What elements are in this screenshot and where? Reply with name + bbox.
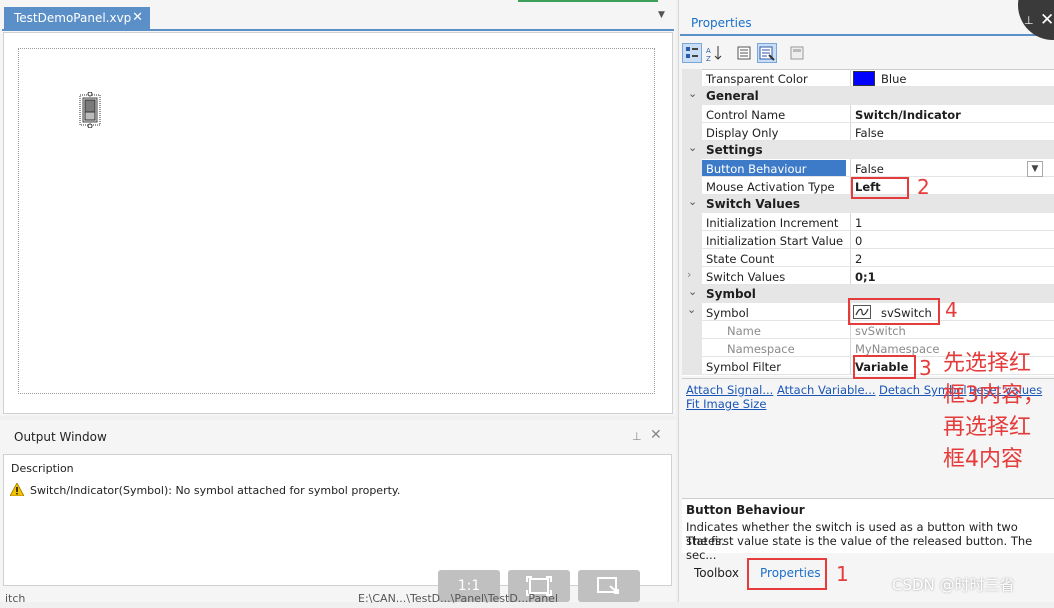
property-value: False (855, 162, 884, 176)
chevron-down-icon[interactable]: ⌄ (687, 303, 696, 316)
property-name: Initialization Start Value (706, 234, 844, 248)
annotation-box-3 (853, 355, 916, 379)
property-name: Initialization Increment (706, 216, 839, 230)
output-window-title: Output Window (14, 430, 107, 444)
description-title: Button Behaviour (686, 503, 805, 517)
close-icon[interactable]: ✕ (132, 10, 143, 25)
chevron-right-icon[interactable]: › (687, 268, 691, 281)
property-name: Mouse Activation Type (706, 180, 835, 194)
annotation-note: 先选择红框3内容，再选择红框4内容 (943, 351, 1045, 472)
property-value: MyNamespace (855, 342, 940, 356)
properties-title: Properties (691, 16, 752, 30)
property-name: Symbol Filter (706, 360, 781, 374)
status-left: itch (5, 592, 26, 605)
tab-underline (2, 29, 674, 31)
accent-bar (518, 0, 658, 2)
property-name: Switch Values (706, 270, 786, 284)
category-label: Switch Values (706, 197, 801, 211)
chevron-down-icon[interactable]: ▼ (1027, 161, 1043, 177)
property-name: Display Only (706, 126, 779, 140)
attach-variable-link[interactable]: Attach Variable... (777, 383, 876, 397)
output-message[interactable]: Switch/Indicator(Symbol): No symbol atta… (30, 484, 400, 497)
watermark: CSDN @时时三省 (892, 576, 1015, 594)
property-name: Namespace (727, 342, 795, 356)
annotation-box-4 (848, 298, 940, 325)
property-name: Name (727, 324, 761, 338)
close-icon[interactable]: ✕ (650, 427, 662, 443)
property-value: svSwitch (855, 324, 906, 338)
switch-indicator-control[interactable] (79, 91, 101, 129)
annotation-box-2 (851, 177, 909, 199)
annotation-number-4: 4 (945, 298, 958, 322)
annotation-number-3: 3 (919, 356, 932, 380)
category-label: General (706, 89, 759, 103)
categorized-icon[interactable] (682, 43, 702, 63)
chevron-down-icon[interactable]: ⌄ (688, 141, 697, 154)
property-value: False (855, 126, 884, 140)
tab-toolbox[interactable]: Toolbox (694, 566, 739, 580)
attach-signal-link[interactable]: Attach Signal... (686, 383, 773, 397)
annotation-box-1 (747, 558, 827, 590)
property-row-button-behaviour[interactable]: Button Behaviour False (682, 159, 1054, 177)
property-name: Transparent Color (706, 72, 808, 86)
column-header-description[interactable]: Description (11, 462, 74, 475)
tab-list-chevron-down-icon[interactable]: ▼ (658, 10, 670, 22)
annotation-number-2: 2 (917, 175, 930, 199)
warning-icon (9, 482, 25, 497)
category-general[interactable]: ⌄ General (682, 87, 1054, 105)
property-name: Symbol (706, 306, 749, 320)
pin-icon[interactable]: ⊥ (1024, 14, 1034, 27)
pin-icon[interactable]: ⊥ (632, 430, 642, 443)
property-pages-icon[interactable] (734, 43, 754, 63)
property-row-control-name[interactable]: Control Name Switch/Indicator (682, 105, 1054, 123)
alphabetical-icon[interactable]: AZ (704, 43, 724, 63)
chevron-down-icon[interactable]: ⌄ (688, 285, 697, 298)
property-value: 0;1 (855, 270, 876, 284)
annotation-number-1: 1 (836, 562, 849, 586)
property-row-initialization-increment[interactable]: Initialization Increment 1 (682, 213, 1054, 231)
description-text: The first value state is the value of th… (686, 534, 1033, 562)
svg-text:A: A (706, 47, 711, 55)
chevron-down-icon[interactable]: ⌄ (688, 195, 697, 208)
property-value: 2 (855, 252, 863, 266)
properties-title-underline (680, 34, 1054, 36)
color-swatch (853, 71, 875, 86)
property-value: Blue (881, 72, 907, 86)
category-settings[interactable]: ⌄ Settings (682, 141, 1054, 159)
tab-label: TestDemoPanel.xvp (14, 11, 132, 25)
property-name: State Count (706, 252, 775, 266)
property-value: 0 (855, 234, 863, 248)
panel-canvas[interactable] (18, 48, 655, 394)
fit-selection-icon[interactable] (578, 570, 640, 602)
property-name: Control Name (706, 108, 786, 122)
status-path: E:\CAN...\TestD...\Panel\TestD...Panel (358, 592, 558, 605)
property-row-switch-values[interactable]: › Switch Values 0;1 (682, 267, 1054, 285)
property-row-initialization-start-value[interactable]: Initialization Start Value 0 (682, 231, 1054, 249)
property-row-display-only[interactable]: Display Only False (682, 123, 1054, 141)
events-icon[interactable] (757, 43, 777, 63)
close-icon[interactable]: ✕ (1040, 10, 1054, 30)
property-name: Button Behaviour (702, 160, 846, 176)
category-label: Symbol (706, 287, 756, 301)
svg-text:Z: Z (706, 55, 711, 62)
output-list (3, 454, 672, 586)
property-value: 1 (855, 216, 863, 230)
property-row-state-count[interactable]: State Count 2 (682, 249, 1054, 267)
category-label: Settings (706, 143, 763, 157)
tab-testdemopanel[interactable]: TestDemoPanel.xvp ✕ (4, 7, 150, 29)
fit-image-size-link[interactable]: Fit Image Size (686, 397, 766, 411)
chevron-down-icon[interactable]: ⌄ (688, 87, 697, 100)
property-value: Switch/Indicator (855, 108, 961, 122)
settings-icon[interactable] (787, 43, 807, 63)
